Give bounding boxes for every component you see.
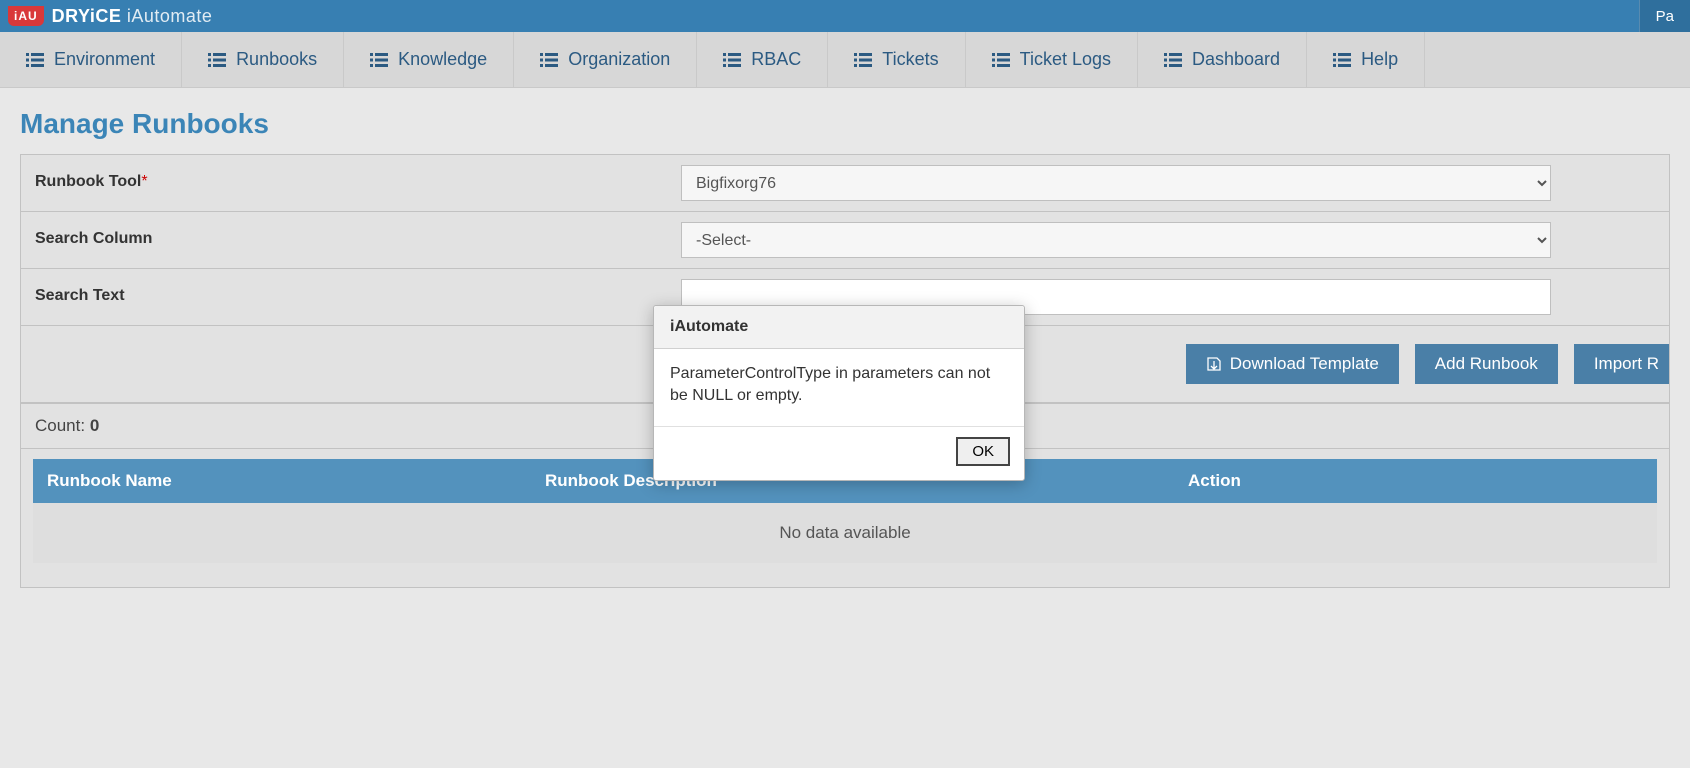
list-icon [1164, 53, 1182, 67]
search-text-label: Search Text [35, 287, 125, 304]
nav-item-rbac[interactable]: RBAC [697, 32, 828, 87]
nav-label: Help [1361, 49, 1398, 70]
nav-label: Dashboard [1192, 49, 1280, 70]
topbar-user[interactable]: Pa [1639, 0, 1690, 32]
nav-item-ticket-logs[interactable]: Ticket Logs [966, 32, 1138, 87]
col-runbook-name[interactable]: Runbook Name [33, 459, 531, 503]
count-label: Count: [35, 416, 90, 435]
brand-text: DRYiCE iAutomate [52, 6, 213, 27]
nav-label: Knowledge [398, 49, 487, 70]
modal-footer: OK [654, 427, 1024, 480]
list-icon [26, 53, 44, 67]
col-action[interactable]: Action [1174, 459, 1657, 503]
count-value: 0 [90, 416, 99, 435]
list-icon [370, 53, 388, 67]
nav-item-environment[interactable]: Environment [0, 32, 182, 87]
search-column-input-cell: -Select- [669, 212, 1669, 268]
list-icon [992, 53, 1010, 67]
form-row-search-column: Search Column -Select- [21, 212, 1669, 269]
runbook-tool-input-cell: Bigfixorg76 [669, 155, 1669, 211]
modal-message: ParameterControlType in parameters can n… [654, 349, 1024, 427]
topbar-user-label: Pa [1656, 8, 1674, 25]
download-icon [1206, 356, 1222, 372]
nav-item-dashboard[interactable]: Dashboard [1138, 32, 1307, 87]
brand-product: iAutomate [127, 6, 213, 26]
topbar: iAU DRYiCE iAutomate Pa [0, 0, 1690, 32]
no-data-cell: No data available [33, 503, 1657, 563]
modal-title: iAutomate [654, 306, 1024, 349]
search-column-label: Search Column [35, 230, 152, 247]
nav-label: Runbooks [236, 49, 317, 70]
nav-label: Ticket Logs [1020, 49, 1111, 70]
nav-item-knowledge[interactable]: Knowledge [344, 32, 514, 87]
page-title: Manage Runbooks [20, 108, 1670, 140]
search-text-label-cell: Search Text [21, 269, 669, 325]
import-runbook-label: Import R [1594, 354, 1659, 374]
nav-label: Environment [54, 49, 155, 70]
brand: iAU DRYiCE iAutomate [8, 6, 212, 27]
brand-badge: iAU [8, 6, 44, 26]
required-marker: * [141, 173, 147, 190]
search-column-select[interactable]: -Select- [681, 222, 1551, 258]
alert-modal: iAutomate ParameterControlType in parame… [653, 305, 1025, 481]
table-row: No data available [33, 503, 1657, 563]
nav-item-help[interactable]: Help [1307, 32, 1425, 87]
nav-label: Organization [568, 49, 670, 70]
download-template-button[interactable]: Download Template [1186, 344, 1399, 384]
search-column-label-cell: Search Column [21, 212, 669, 268]
list-icon [723, 53, 741, 67]
runbook-tool-select[interactable]: Bigfixorg76 [681, 165, 1551, 201]
nav-item-organization[interactable]: Organization [514, 32, 697, 87]
import-runbook-button[interactable]: Import R [1574, 344, 1669, 384]
download-template-label: Download Template [1230, 354, 1379, 374]
form-row-runbook-tool: Runbook Tool* Bigfixorg76 [21, 155, 1669, 212]
list-icon [854, 53, 872, 67]
list-icon [540, 53, 558, 67]
add-runbook-label: Add Runbook [1435, 354, 1538, 374]
navbar: Environment Runbooks Knowledge Organizat… [0, 32, 1690, 88]
nav-item-runbooks[interactable]: Runbooks [182, 32, 344, 87]
nav-label: RBAC [751, 49, 801, 70]
nav-item-tickets[interactable]: Tickets [828, 32, 965, 87]
modal-ok-button[interactable]: OK [956, 437, 1010, 466]
runbook-tool-label: Runbook Tool [35, 173, 141, 190]
add-runbook-button[interactable]: Add Runbook [1415, 344, 1558, 384]
runbook-tool-label-cell: Runbook Tool* [21, 155, 669, 211]
nav-label: Tickets [882, 49, 938, 70]
brand-name: DRYiCE [52, 6, 122, 26]
list-icon [208, 53, 226, 67]
list-icon [1333, 53, 1351, 67]
